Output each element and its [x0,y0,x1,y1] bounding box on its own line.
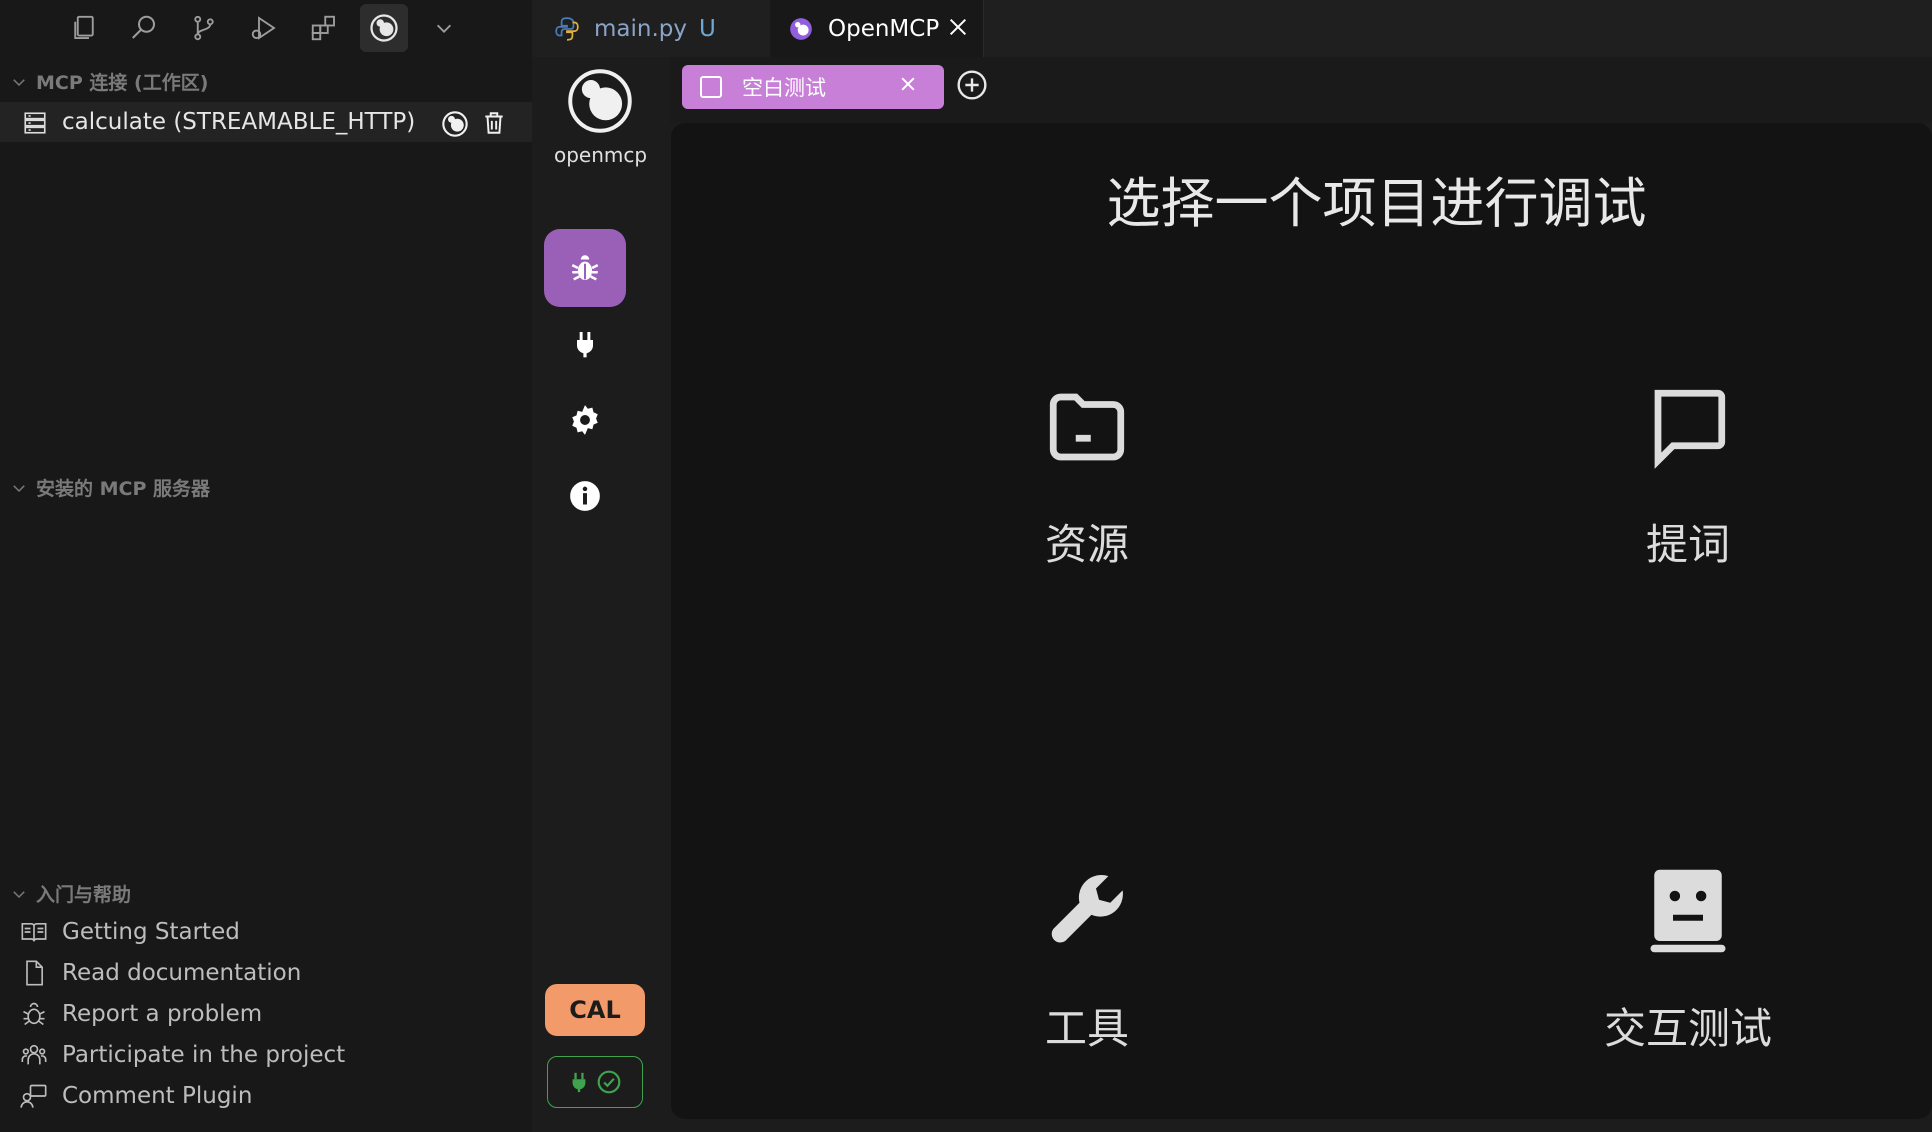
robot-icon [1643,863,1733,959]
help-item-label: Comment Plugin [62,1083,253,1109]
project-picker: 选择一个项目进行调试 资源 提词 工具 交互测试 [671,123,1932,1119]
connection-status[interactable] [547,1056,643,1108]
source-control-icon[interactable] [180,4,228,52]
people-icon [21,1044,47,1065]
debug-tab[interactable]: 空白测试 [682,65,944,109]
openmcp-activity-icon[interactable] [360,4,408,52]
card-label: 资源 [1044,520,1129,569]
nav-debug[interactable] [544,229,626,307]
card-label: 交互测试 [1603,1004,1772,1053]
square-icon [700,76,722,98]
run-debug-icon[interactable] [240,4,288,52]
help-item-read-docs[interactable]: Read documentation [20,959,301,987]
search-icon[interactable] [120,4,168,52]
section-title: 入门与帮助 [36,884,132,906]
card-prompts[interactable]: 提词 [1578,379,1798,572]
editor-tab-bar: main.py U OpenMCP [532,0,1932,57]
chevron-down-icon [13,890,25,898]
close-icon[interactable] [898,74,918,99]
server-icon [22,110,48,140]
brand-name: openmcp [554,143,648,167]
tab-main-py[interactable]: main.py U [554,0,786,57]
untracked-badge: U [699,15,716,42]
section-mcp-connections[interactable]: MCP 连接 (工作区) [10,68,208,95]
card-resources[interactable]: 资源 [977,379,1197,572]
section-installed-servers[interactable]: 安装的 MCP 服务器 [10,474,210,501]
card-tools[interactable]: 工具 [977,863,1197,1056]
tab-label: OpenMCP [828,15,940,42]
add-tab-button[interactable] [956,69,988,105]
chevron-down-icon [13,484,25,492]
connection-item[interactable]: calculate (STREAMABLE_HTTP) [0,102,532,142]
vscode-window: MCP 连接 (工作区) calculate (STREAMABLE_HTTP)… [0,0,1932,1132]
nav-about[interactable] [544,457,626,535]
tab-label: main.py [594,15,687,42]
card-label: 提词 [1645,520,1730,569]
info-icon [570,481,600,511]
nav-settings[interactable] [544,381,626,459]
section-title: 安装的 MCP 服务器 [36,478,211,500]
openmcp-icon [788,16,814,42]
help-item-label: Report a problem [62,1001,263,1027]
sidebar: MCP 连接 (工作区) calculate (STREAMABLE_HTTP)… [0,0,532,1132]
chevron-down-icon [13,78,25,86]
debug-tab-bar: 空白测试 [670,57,1932,123]
help-item-label: Participate in the project [62,1042,346,1068]
plus-circle-icon [957,70,987,100]
book-icon [21,923,47,942]
activity-bar [60,0,468,56]
gear-icon [572,405,598,435]
bug-icon [23,1002,45,1026]
card-interactive-test[interactable]: 交互测试 [1578,863,1798,1056]
file-icon [26,960,43,986]
comment-person-icon [20,1084,47,1108]
chevron-down-icon[interactable] [420,4,468,52]
brand: openmcp [554,67,648,167]
card-label: 工具 [1044,1004,1129,1053]
help-item-report-problem[interactable]: Report a problem [20,1000,262,1028]
close-icon[interactable] [947,16,969,44]
nav-rail: openmcp CAL [532,57,670,1132]
explorer-icon[interactable] [60,4,108,52]
wrench-icon [1042,863,1132,959]
connection-label: calculate (STREAMABLE_HTTP) [62,109,416,135]
help-item-comment-plugin[interactable]: Comment Plugin [20,1082,252,1110]
debug-tab-label: 空白测试 [742,76,826,100]
extensions-icon[interactable] [300,4,348,52]
section-title: MCP 连接 (工作区) [36,72,209,94]
cal-button[interactable]: CAL [545,984,645,1036]
help-item-label: Getting Started [62,919,240,945]
message-icon [1643,379,1733,475]
help-item-getting-started[interactable]: Getting Started [20,918,240,946]
nav-connection[interactable] [544,305,626,383]
python-icon [554,16,580,42]
check-circle-icon [597,1070,621,1094]
section-help[interactable]: 入门与帮助 [10,880,131,907]
plug-icon [572,1072,586,1093]
folder-icon [1042,379,1132,475]
bug-icon [571,255,599,281]
help-item-participate[interactable]: Participate in the project [20,1041,345,1069]
help-item-label: Read documentation [62,960,302,986]
openmcp-open-icon[interactable] [441,110,469,142]
plug-icon [577,332,593,358]
tab-openmcp[interactable]: OpenMCP [770,0,984,57]
openmcp-webview: openmcp CAL 空白测试 选择一个项目进行调试 资源 提词 工具 交互测… [532,57,1932,1132]
openmcp-logo [568,69,632,133]
page-title: 选择一个项目进行调试 [1106,172,1647,235]
trash-icon[interactable] [481,109,507,141]
